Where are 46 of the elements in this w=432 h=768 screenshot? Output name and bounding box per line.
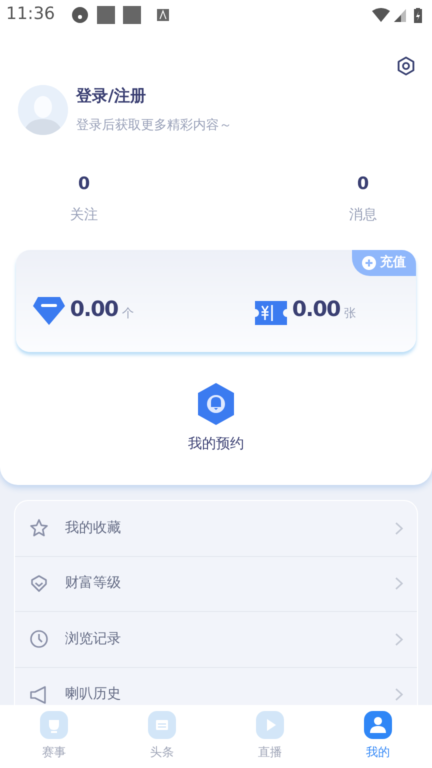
menu-item[interactable]: 财富等级: [15, 556, 417, 612]
chevron-icon: [395, 632, 403, 646]
menu-item[interactable]: 我的收藏: [15, 501, 417, 556]
tab[interactable]: 直播: [256, 705, 284, 768]
notification-icon: [123, 6, 141, 24]
star-icon: [29, 518, 49, 538]
trophy-icon: [40, 711, 68, 739]
signal-icon: [394, 8, 406, 22]
settings-icon[interactable]: [396, 56, 416, 76]
megaphone-icon: [29, 684, 49, 705]
tab[interactable]: 头条: [148, 705, 176, 768]
status-time: 11:36: [6, 3, 55, 26]
battery-icon: [414, 8, 422, 22]
balance-unit: 张: [344, 304, 356, 322]
stat-label[interactable]: 消息: [349, 205, 377, 226]
clock-icon: [29, 629, 49, 650]
balance-amount: 0.00: [292, 296, 340, 323]
ticket-icon: [254, 300, 288, 326]
notification-icon: [97, 6, 115, 24]
chevron-icon: [395, 688, 403, 702]
chevron-icon: [395, 577, 403, 590]
login-register-link[interactable]: 登录/注册: [76, 84, 232, 108]
diamond-icon: [32, 296, 66, 326]
plus-icon: [362, 256, 376, 270]
menu-label: 财富等级: [65, 574, 122, 594]
balance-amount: 0.00: [70, 296, 118, 323]
tab[interactable]: 赛事: [40, 705, 68, 768]
stat-label[interactable]: 关注: [70, 205, 98, 226]
reservation-label[interactable]: 我的预约: [188, 434, 244, 455]
menu-label: 浏览记录: [65, 630, 122, 649]
menu-label: 我的收藏: [65, 518, 122, 538]
user-icon: [364, 711, 392, 739]
shield-icon: [29, 574, 49, 594]
menu-item[interactable]: 浏览记录: [15, 612, 417, 668]
stat-count: 0: [78, 172, 90, 196]
menu-label: 喇叭历史: [65, 685, 122, 704]
bell-icon[interactable]: [195, 382, 237, 426]
balance-unit: 个: [122, 304, 134, 322]
stat-count: 0: [357, 172, 369, 196]
recharge-button[interactable]: 充值: [352, 250, 416, 276]
newspaper-icon: [148, 711, 176, 739]
chevron-icon: [395, 522, 403, 535]
tab[interactable]: 我的: [364, 705, 392, 768]
wifi-icon: [372, 8, 390, 22]
login-hint: 登录后获取更多精彩内容～: [76, 117, 232, 135]
play-icon: [256, 711, 284, 739]
